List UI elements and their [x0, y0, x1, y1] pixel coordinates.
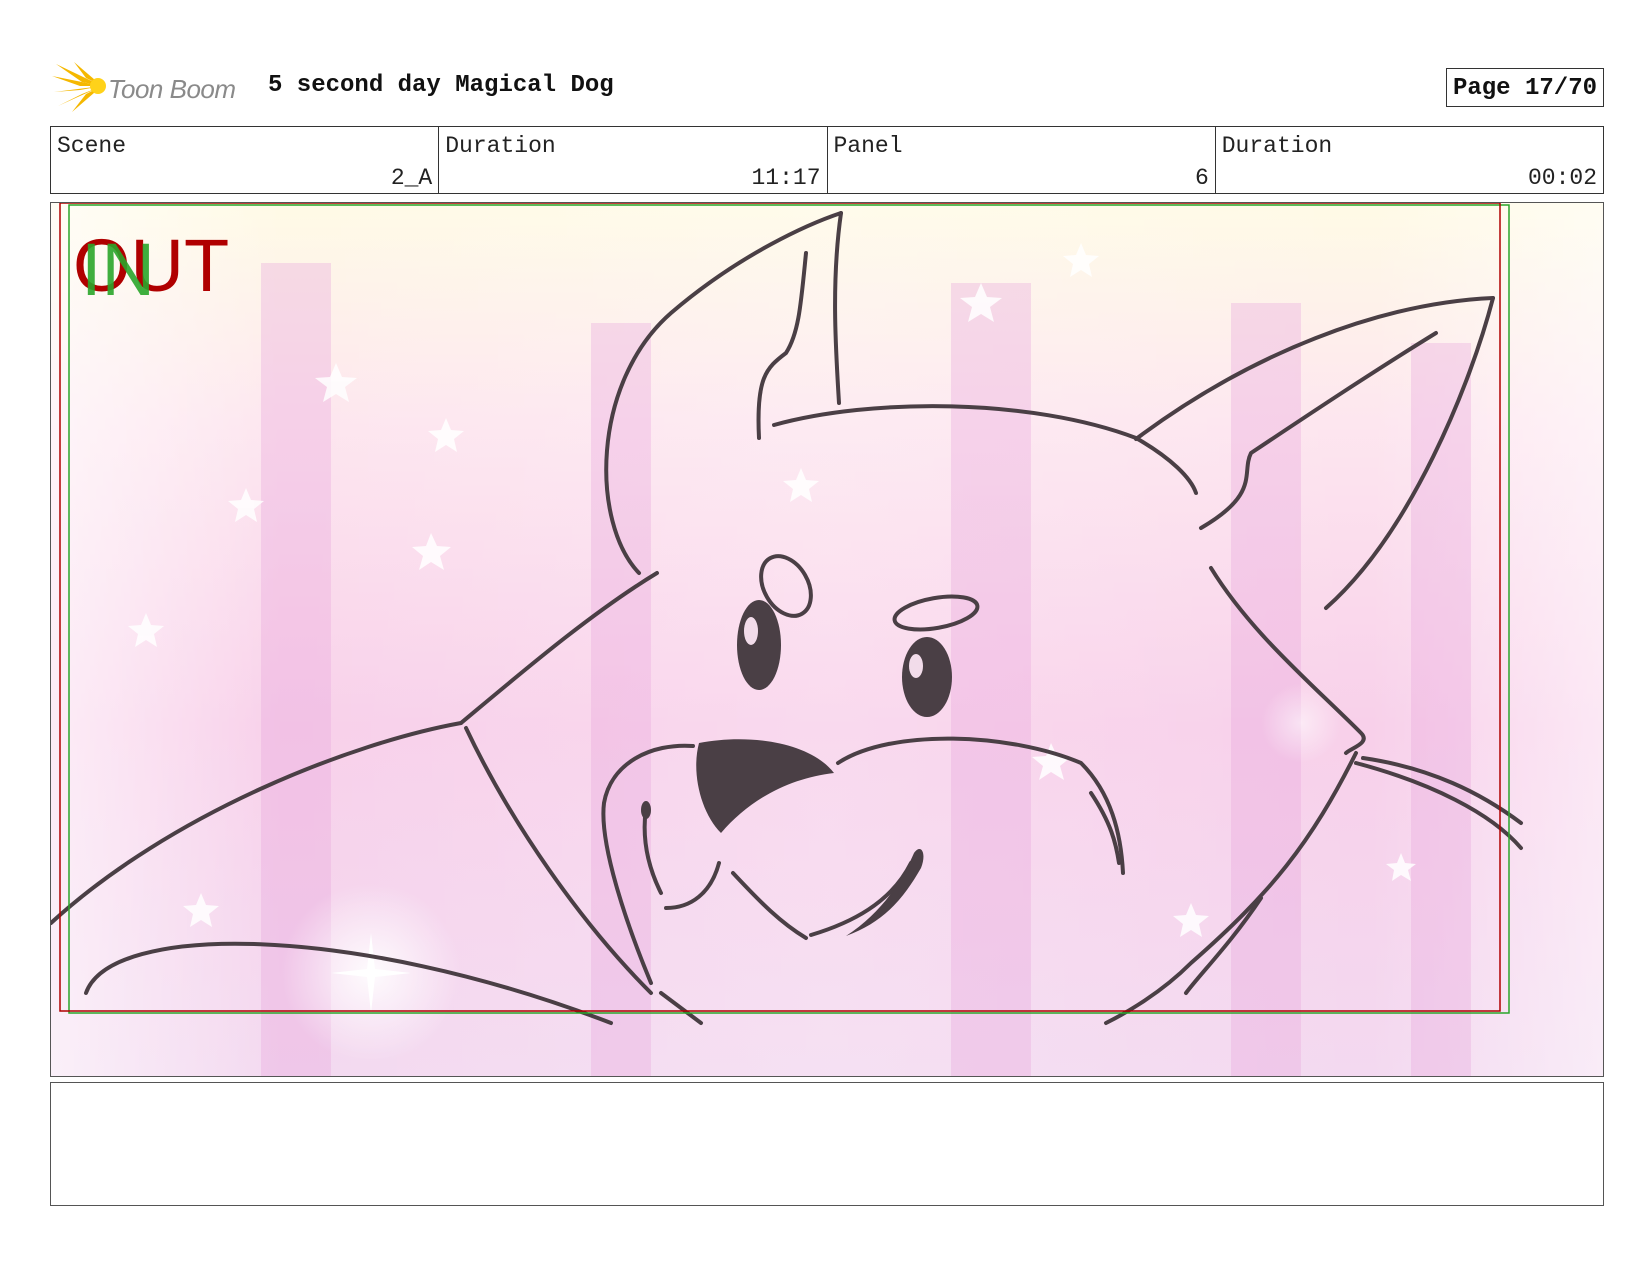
scene-label: Scene: [57, 133, 127, 159]
page-number: Page 17/70: [1445, 68, 1604, 107]
starburst-icon: [52, 62, 106, 112]
scene-duration-label: Duration: [445, 133, 556, 159]
document-title: 5 second day Magical Dog: [268, 72, 614, 99]
panel-notes-area[interactable]: [50, 1082, 1604, 1206]
scene-duration-value: 11:17: [751, 165, 821, 191]
panel-value: 6: [1194, 165, 1209, 191]
scene-duration-cell: Duration 11:17: [438, 126, 828, 194]
storyboard-panel: OUT IN: [50, 202, 1604, 1077]
panel-label: Panel: [833, 133, 903, 159]
panel-cell: Panel 6: [826, 126, 1216, 194]
panel-duration-value: 00:02: [1527, 165, 1597, 191]
scene-cell: Scene 2_A: [49, 126, 440, 194]
scene-info-table: Scene 2_A Duration 11:17 Panel 6 Duratio…: [49, 126, 1605, 194]
panel-duration-label: Duration: [1221, 133, 1333, 159]
page-header: Toon Boom 5 second day Magical Dog Page …: [52, 58, 1604, 112]
toon-boom-logo: Toon Boom: [52, 62, 252, 112]
in-marker: IN: [81, 228, 155, 311]
scene-value: 2_A: [390, 165, 433, 191]
panel-drawing: OUT IN: [51, 203, 1603, 1076]
panel-duration-cell: Duration 00:02: [1214, 126, 1605, 194]
logo-text: Toon Boom: [108, 74, 236, 104]
